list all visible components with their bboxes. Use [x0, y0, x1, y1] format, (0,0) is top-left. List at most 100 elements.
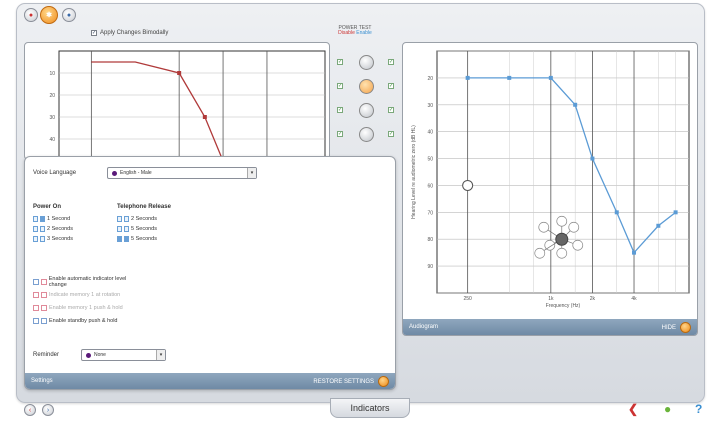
audiogram-footer-label: Audiogram — [409, 324, 439, 330]
mode-checkbox[interactable] — [40, 278, 47, 285]
power-test-checkbox[interactable]: ✓ — [388, 107, 394, 113]
power-test-checkbox[interactable]: ✓ — [337, 83, 343, 89]
mode-checkbox[interactable] — [41, 291, 47, 298]
power-test-checkbox[interactable]: ✓ — [337, 59, 343, 65]
radio-icon — [124, 226, 129, 232]
y-tick-label: 20 — [49, 93, 55, 99]
power-test-enable[interactable]: Enable — [356, 30, 372, 36]
reminder-label: Reminder — [33, 352, 60, 358]
mode-checkbox[interactable] — [33, 304, 39, 311]
audiogram-point — [507, 75, 512, 80]
mode-option[interactable]: Enable standby push & hold — [33, 314, 143, 327]
radio-icon — [33, 226, 38, 232]
mode-checkbox[interactable] — [33, 317, 39, 324]
audiogram-point — [465, 75, 470, 80]
telephone-release-option[interactable]: 2 Seconds — [117, 216, 157, 222]
y-axis-label: Hearing Level re audiometric zero (dB HL… — [411, 125, 417, 219]
phone-icon[interactable]: ❮ — [628, 402, 638, 416]
power-on-option[interactable]: 3 Seconds — [33, 236, 73, 242]
mode-option[interactable]: Enable automatic indicator level change — [33, 275, 143, 288]
apply-bimodal-checkbox[interactable]: ✓ — [91, 30, 97, 36]
power-test-row: ✓ ✓ — [333, 103, 397, 119]
y-tick-label: 60 — [427, 183, 433, 189]
audiogram-point — [614, 210, 619, 215]
left-chart-point — [202, 115, 207, 119]
audiogram-point — [632, 250, 637, 255]
power-test-row: ✓ ✓ — [333, 79, 397, 95]
radio-icon — [124, 216, 129, 222]
power-test-disable[interactable]: Disable — [338, 30, 355, 36]
y-tick-label: 30 — [427, 103, 433, 109]
power-on-option[interactable]: 1 Second — [33, 216, 70, 222]
radio-icon — [33, 236, 38, 242]
power-test-knob[interactable] — [359, 55, 374, 70]
chevron-down-icon: ▾ — [156, 350, 165, 360]
marker-icon — [462, 179, 474, 191]
power-test-checkbox[interactable]: ✓ — [388, 59, 394, 65]
y-tick-label: 10 — [49, 71, 55, 77]
reminder-icon — [86, 352, 91, 358]
left-audiogram-panel: 10 20 30 40 — [24, 42, 330, 160]
power-on-title: Power On — [33, 204, 62, 210]
indicators-mode-button[interactable]: ✱ — [40, 6, 58, 24]
radio-icon — [40, 216, 45, 222]
settings-footer-bar: Settings RESTORE SETTINGS — [25, 373, 395, 389]
mode-checkbox[interactable] — [41, 317, 47, 324]
close-icon: ● — [28, 11, 34, 19]
power-on-option-label: 1 Second — [47, 216, 71, 222]
telephone-release-option-label: 5 Seconds — [131, 226, 157, 232]
power-on-option[interactable]: 2 Seconds — [33, 226, 73, 232]
tab-indicators-label: Indicators — [350, 403, 390, 413]
widget-handle — [556, 215, 568, 227]
tab-indicators[interactable]: Indicators — [330, 398, 410, 418]
y-tick-label: 90 — [427, 264, 433, 270]
x-tick-label: 4k — [631, 296, 637, 302]
apply-bimodal-row[interactable]: ✓ Apply Changes Bimodally — [91, 30, 168, 36]
power-test-knob[interactable] — [359, 127, 374, 142]
mode-option[interactable]: Indicate memory 1 at rotation — [33, 288, 143, 301]
audiogram-hide-button[interactable]: HIDE — [662, 321, 691, 333]
mode-checkbox[interactable] — [41, 304, 47, 311]
power-test-header: POWER TEST Disable Enable — [330, 26, 380, 36]
y-tick-label: 80 — [427, 237, 433, 243]
voice-language-select[interactable]: English - Male ▾ — [107, 167, 257, 179]
widget-handle — [572, 239, 584, 251]
audiogram-point — [590, 156, 595, 161]
settings-icon: ● — [66, 11, 72, 19]
settings-mode-button[interactable]: ● — [62, 8, 76, 22]
status-icon[interactable]: ● — [664, 402, 671, 416]
mode-checkbox[interactable] — [33, 291, 39, 298]
audiogram-point — [548, 75, 553, 80]
power-test-checkbox[interactable]: ✓ — [337, 131, 343, 137]
x-tick-label: 1k — [548, 296, 554, 302]
mode-option[interactable]: Enable memory 1 push & hold — [33, 301, 143, 314]
power-test-knob[interactable] — [359, 103, 374, 118]
help-icon[interactable]: ? — [695, 402, 702, 416]
back-icon: ‹ — [28, 407, 32, 414]
power-test-checkbox[interactable]: ✓ — [388, 131, 394, 137]
radio-icon — [117, 226, 122, 232]
widget-handle — [538, 221, 550, 233]
radio-icon — [117, 236, 122, 242]
audiogram-footer-bar: Audiogram HIDE — [403, 319, 697, 335]
y-tick-label: 40 — [49, 137, 55, 143]
gear-icon: ✱ — [46, 12, 52, 19]
mode-option-label: Enable memory 1 push & hold — [49, 304, 123, 311]
telephone-release-option[interactable]: 5 Seconds — [117, 226, 157, 232]
reminder-select[interactable]: None ▾ — [81, 349, 166, 361]
plot-area — [58, 50, 326, 159]
power-test-checkbox[interactable]: ✓ — [388, 83, 394, 89]
power-test-row: ✓ ✓ — [333, 127, 397, 143]
restore-settings-button[interactable]: RESTORE SETTINGS — [313, 375, 389, 387]
close-button[interactable]: ● — [24, 8, 38, 22]
power-test-knob[interactable] — [359, 79, 374, 94]
forward-icon: › — [46, 407, 50, 414]
radio-icon — [40, 226, 45, 232]
forward-button[interactable]: › — [42, 404, 54, 416]
back-button[interactable]: ‹ — [24, 404, 36, 416]
mode-checkbox[interactable] — [33, 278, 39, 285]
telephone-release-option[interactable]: 5 Seconds — [117, 236, 157, 242]
left-audiogram-chart: 10 20 30 40 — [49, 50, 326, 159]
voice-language-value: English - Male — [120, 170, 152, 176]
power-test-checkbox[interactable]: ✓ — [337, 107, 343, 113]
